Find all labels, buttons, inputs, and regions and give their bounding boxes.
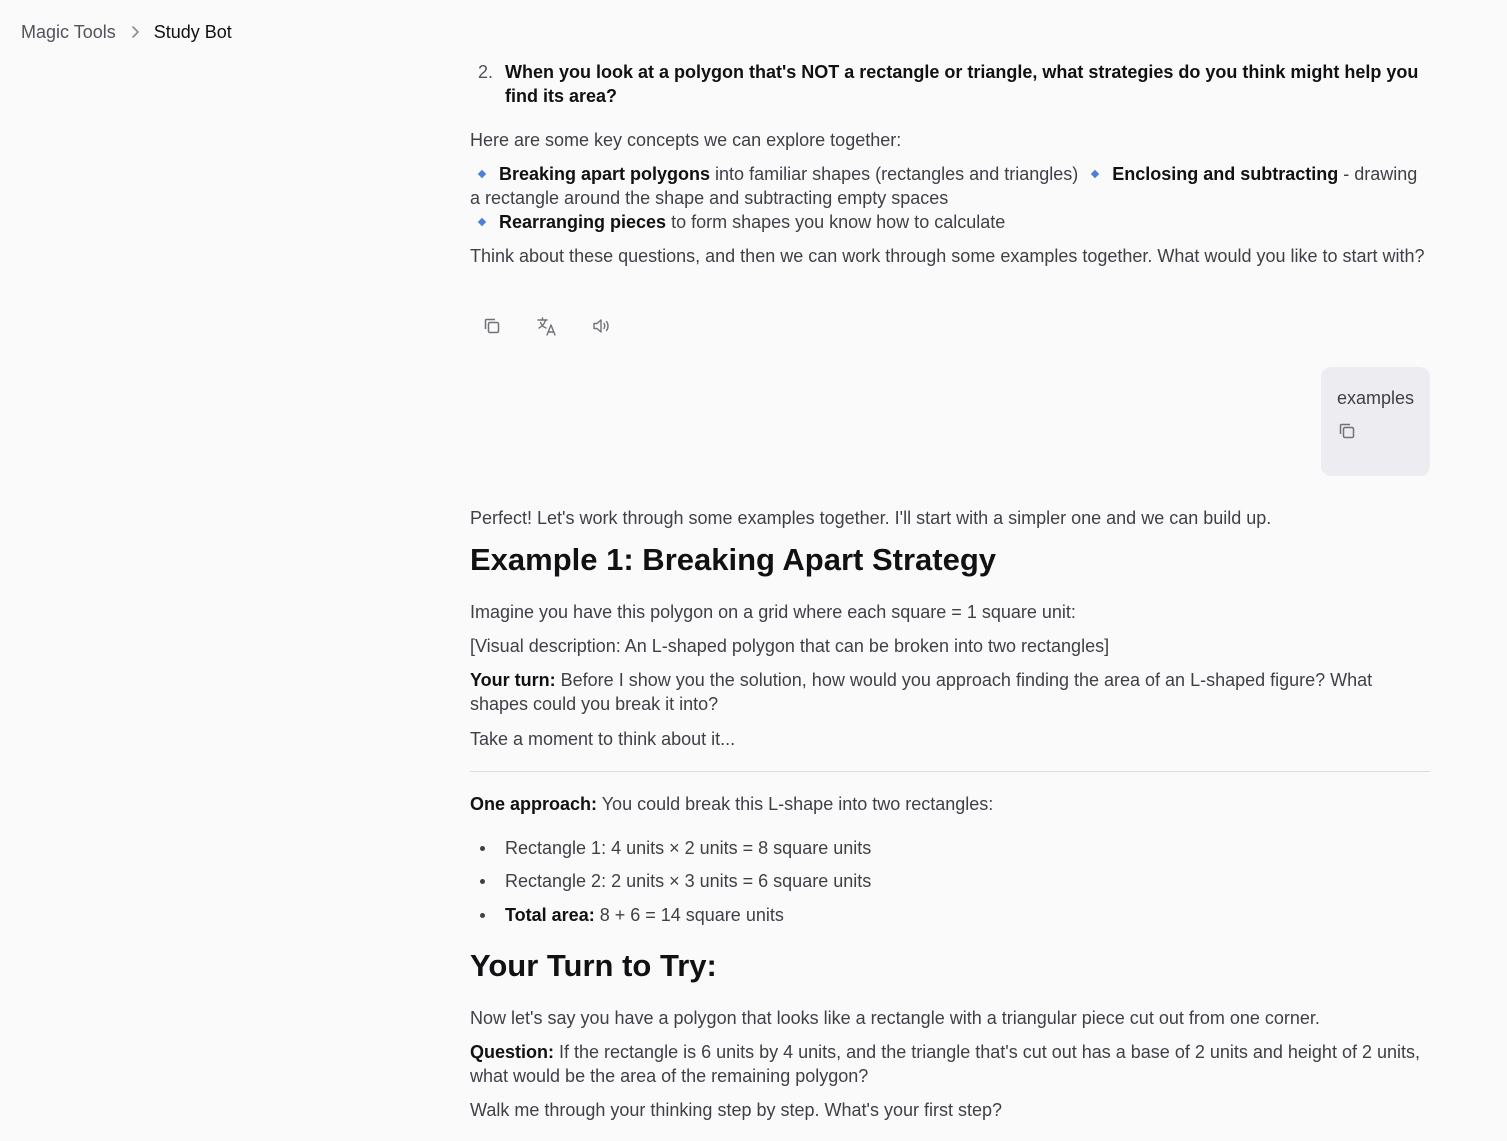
concept-title: Enclosing and subtracting <box>1112 164 1339 184</box>
numbered-question: 2. When you look at a polygon that's NOT… <box>470 60 1430 108</box>
examples-intro: Perfect! Let's work through some example… <box>470 508 1272 528</box>
question-number: 2. <box>478 62 494 82</box>
concepts-list: Breaking apart polygons into familiar sh… <box>470 162 1430 234</box>
user-message-text: examples <box>1337 388 1415 408</box>
diamond-bullet-icon <box>1091 169 1100 178</box>
concept-item: Breaking apart polygons into familiar sh… <box>470 164 1078 184</box>
concept-title: Rearranging pieces <box>499 212 667 232</box>
question-text: When you look at a polygon that's NOT a … <box>505 62 1419 106</box>
bullet-dot-icon <box>480 879 485 884</box>
paragraph-one-approach: One approach: You could break this L-sha… <box>470 792 1430 816</box>
breadcrumb-magic-tools[interactable]: Magic Tools <box>21 18 116 46</box>
paragraph-question: Question: If the rectangle is 6 units by… <box>470 1040 1430 1088</box>
approach-text: You could break this L-shape into two re… <box>597 794 994 814</box>
concept-title: Breaking apart polygons <box>499 164 711 184</box>
paragraph-grid: Imagine you have this polygon on a grid … <box>470 602 1076 622</box>
concepts-intro: Here are some key concepts we can explor… <box>470 130 902 150</box>
copy-icon <box>484 318 500 334</box>
divider <box>470 771 1430 772</box>
bullet-text: Rectangle 2: 2 units × 3 units = 6 squar… <box>505 871 872 891</box>
question-body: If the rectangle is 6 units by 4 units, … <box>470 1042 1420 1086</box>
speaker-icon <box>593 319 609 333</box>
user-copy-button[interactable] <box>1337 421 1359 443</box>
read-aloud-button[interactable] <box>580 311 624 341</box>
diamond-bullet-icon <box>477 169 487 178</box>
paragraph-think: Take a moment to think about it... <box>470 729 736 749</box>
chevron-right-icon <box>130 25 140 39</box>
list-item: Total area: 8 + 6 = 14 square units <box>470 903 1430 927</box>
message-actions <box>470 311 635 341</box>
bullet-bold: Total area: <box>505 905 595 925</box>
copy-icon <box>1339 423 1355 439</box>
breadcrumb-study-bot: Study Bot <box>153 22 232 42</box>
paragraph-visual-description: [Visual description: An L-shaped polygon… <box>470 636 1110 656</box>
diamond-bullet-icon <box>477 217 487 226</box>
paragraph-polygon: Now let's say you have a polygon that lo… <box>470 1008 1320 1028</box>
paragraph-walk-through: Walk me through your thinking step by st… <box>470 1100 1003 1120</box>
closing-text: Think about these questions, and then we… <box>470 246 1425 266</box>
question-label: Question: <box>470 1042 554 1062</box>
breadcrumb: Magic Tools Study Bot <box>21 18 232 46</box>
list-item: Rectangle 1: 4 units × 2 units = 8 squar… <box>470 836 1430 860</box>
bullet-dot-icon <box>480 913 485 918</box>
bullet-text: 8 + 6 = 14 square units <box>594 905 784 925</box>
your-turn-text: Before I show you the solution, how woul… <box>470 670 1373 714</box>
concept-desc: to form shapes you know how to calculate <box>666 212 1006 232</box>
bullet-dot-icon <box>480 846 485 851</box>
heading-your-turn: Your Turn to Try: <box>470 948 717 983</box>
list-item: Rectangle 2: 2 units × 3 units = 6 squar… <box>470 869 1430 893</box>
translate-icon <box>537 317 556 336</box>
concept-desc: into familiar shapes (rectangles and tri… <box>710 164 1079 184</box>
paragraph-your-turn: Your turn: Before I show you the solutio… <box>470 668 1430 716</box>
user-message-bubble: examples <box>1321 367 1430 476</box>
copy-button[interactable] <box>470 311 514 341</box>
heading-example-1: Example 1: Breaking Apart Strategy <box>470 542 997 577</box>
concept-item: Rearranging pieces to form shapes you kn… <box>470 212 1005 232</box>
approach-label: One approach: <box>470 794 598 814</box>
your-turn-label: Your turn: <box>470 670 556 690</box>
bullet-text: Rectangle 1: 4 units × 2 units = 8 squar… <box>505 838 872 858</box>
translate-button[interactable] <box>525 311 569 341</box>
